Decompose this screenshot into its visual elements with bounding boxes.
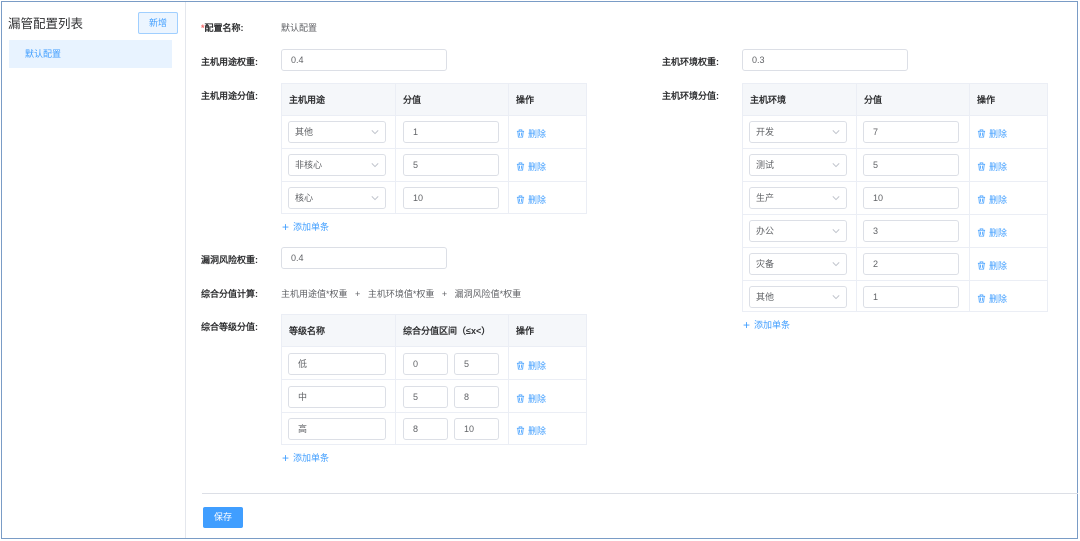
column-header-action: 操作 <box>977 95 996 105</box>
config-name-label: *配置名称: <box>201 23 244 33</box>
delete-button[interactable]: 删除 <box>977 193 1007 206</box>
delete-button[interactable]: 删除 <box>977 292 1007 305</box>
host-env-score-input[interactable]: 10 <box>863 187 959 209</box>
footer-divider <box>202 493 1078 494</box>
vuln-risk-weight-label: 漏洞风险权重: <box>201 255 258 265</box>
composite-level-label: 综合等级分值: <box>201 322 258 332</box>
trash-icon <box>516 394 525 403</box>
level-max-input[interactable]: 8 <box>454 386 499 408</box>
level-name-input[interactable]: 低 <box>288 353 386 375</box>
delete-button[interactable]: 删除 <box>516 424 546 437</box>
trash-icon <box>977 195 986 204</box>
level-name-input[interactable]: 中 <box>288 386 386 408</box>
host-use-select[interactable]: 其他 <box>288 121 386 143</box>
chevron-down-icon <box>832 229 840 234</box>
delete-button[interactable]: 删除 <box>516 193 546 206</box>
sidebar-item-default-config[interactable]: 默认配置 <box>9 40 172 68</box>
delete-button[interactable]: 删除 <box>977 226 1007 239</box>
host-env-score-input[interactable]: 1 <box>863 286 959 308</box>
level-name-input[interactable]: 高 <box>288 418 386 440</box>
plus-icon: + <box>743 318 751 332</box>
host-env-score-label: 主机环境分值: <box>662 91 719 101</box>
delete-button[interactable]: 删除 <box>516 127 546 140</box>
sidebar-title: 漏管配置列表 <box>8 17 84 31</box>
delete-button[interactable]: 删除 <box>977 160 1007 173</box>
level-min-input[interactable]: 8 <box>403 418 448 440</box>
host-env-weight-input[interactable]: 0.3 <box>742 49 908 71</box>
trash-icon <box>977 261 986 270</box>
level-max-input[interactable]: 5 <box>454 353 499 375</box>
column-header-host-env: 主机环境 <box>750 95 787 105</box>
plus-icon: + <box>282 220 290 234</box>
delete-button[interactable]: 删除 <box>516 392 546 405</box>
plus-icon: + <box>282 451 290 465</box>
delete-button[interactable]: 删除 <box>516 359 546 372</box>
host-use-weight-input[interactable]: 0.4 <box>281 49 447 71</box>
delete-button[interactable]: 删除 <box>977 127 1007 140</box>
column-header-score: 分值 <box>864 95 883 105</box>
trash-icon <box>977 162 986 171</box>
level-min-input[interactable]: 0 <box>403 353 448 375</box>
host-use-select[interactable]: 非核心 <box>288 154 386 176</box>
column-header-score: 分值 <box>403 95 422 105</box>
host-env-select[interactable]: 其他 <box>749 286 847 308</box>
host-env-select[interactable]: 开发 <box>749 121 847 143</box>
trash-icon <box>516 361 525 370</box>
delete-button[interactable]: 删除 <box>977 259 1007 272</box>
host-use-score-label: 主机用途分值: <box>201 91 258 101</box>
vuln-risk-weight-input[interactable]: 0.4 <box>281 247 447 269</box>
column-header-action: 操作 <box>516 95 535 105</box>
level-min-input[interactable]: 5 <box>403 386 448 408</box>
chevron-down-icon <box>832 196 840 201</box>
config-name-value: 默认配置 <box>281 23 318 33</box>
chevron-down-icon <box>832 130 840 135</box>
add-config-button[interactable]: 新增 <box>138 12 178 34</box>
column-header-level-name: 等级名称 <box>289 326 326 336</box>
host-env-score-input[interactable]: 3 <box>863 220 959 242</box>
column-header-score-range: 综合分值区间（≤x<） <box>403 326 491 336</box>
column-header-host-use: 主机用途 <box>289 95 326 105</box>
host-env-weight-label: 主机环境权重: <box>662 57 719 67</box>
save-button[interactable]: 保存 <box>203 507 243 528</box>
host-env-score-input[interactable]: 5 <box>863 154 959 176</box>
host-env-select[interactable]: 灾备 <box>749 253 847 275</box>
host-use-score-input[interactable]: 10 <box>403 187 499 209</box>
host-env-select[interactable]: 办公 <box>749 220 847 242</box>
chevron-down-icon <box>832 163 840 168</box>
host-use-score-input[interactable]: 1 <box>403 121 499 143</box>
level-max-input[interactable]: 10 <box>454 418 499 440</box>
trash-icon <box>516 129 525 138</box>
add-row-button-level[interactable]: + 添加单条 <box>282 451 329 465</box>
chevron-down-icon <box>832 262 840 267</box>
composite-calc-label: 综合分值计算: <box>201 289 258 299</box>
composite-formula: 主机用途值*权重 + 主机环境值*权重 + 漏洞风险值*权重 <box>281 289 522 299</box>
delete-button[interactable]: 删除 <box>516 160 546 173</box>
trash-icon <box>977 228 986 237</box>
trash-icon <box>516 162 525 171</box>
add-row-button-host-env[interactable]: + 添加单条 <box>743 318 790 332</box>
column-header-action: 操作 <box>516 326 535 336</box>
host-use-select[interactable]: 核心 <box>288 187 386 209</box>
trash-icon <box>977 294 986 303</box>
host-use-score-input[interactable]: 5 <box>403 154 499 176</box>
sidebar: 漏管配置列表 新增 默认配置 <box>2 2 186 538</box>
host-env-score-input[interactable]: 7 <box>863 121 959 143</box>
host-env-select[interactable]: 测试 <box>749 154 847 176</box>
chevron-down-icon <box>371 130 379 135</box>
add-row-button-host-use[interactable]: + 添加单条 <box>282 220 329 234</box>
host-env-select[interactable]: 生产 <box>749 187 847 209</box>
trash-icon <box>516 195 525 204</box>
chevron-down-icon <box>371 163 379 168</box>
host-env-score-input[interactable]: 2 <box>863 253 959 275</box>
chevron-down-icon <box>371 196 379 201</box>
chevron-down-icon <box>832 295 840 300</box>
trash-icon <box>977 129 986 138</box>
host-use-weight-label: 主机用途权重: <box>201 57 258 67</box>
trash-icon <box>516 426 525 435</box>
app-window: 漏管配置列表 新增 默认配置 *配置名称: 默认配置 主机用途权重: 0.4 主… <box>1 1 1078 539</box>
